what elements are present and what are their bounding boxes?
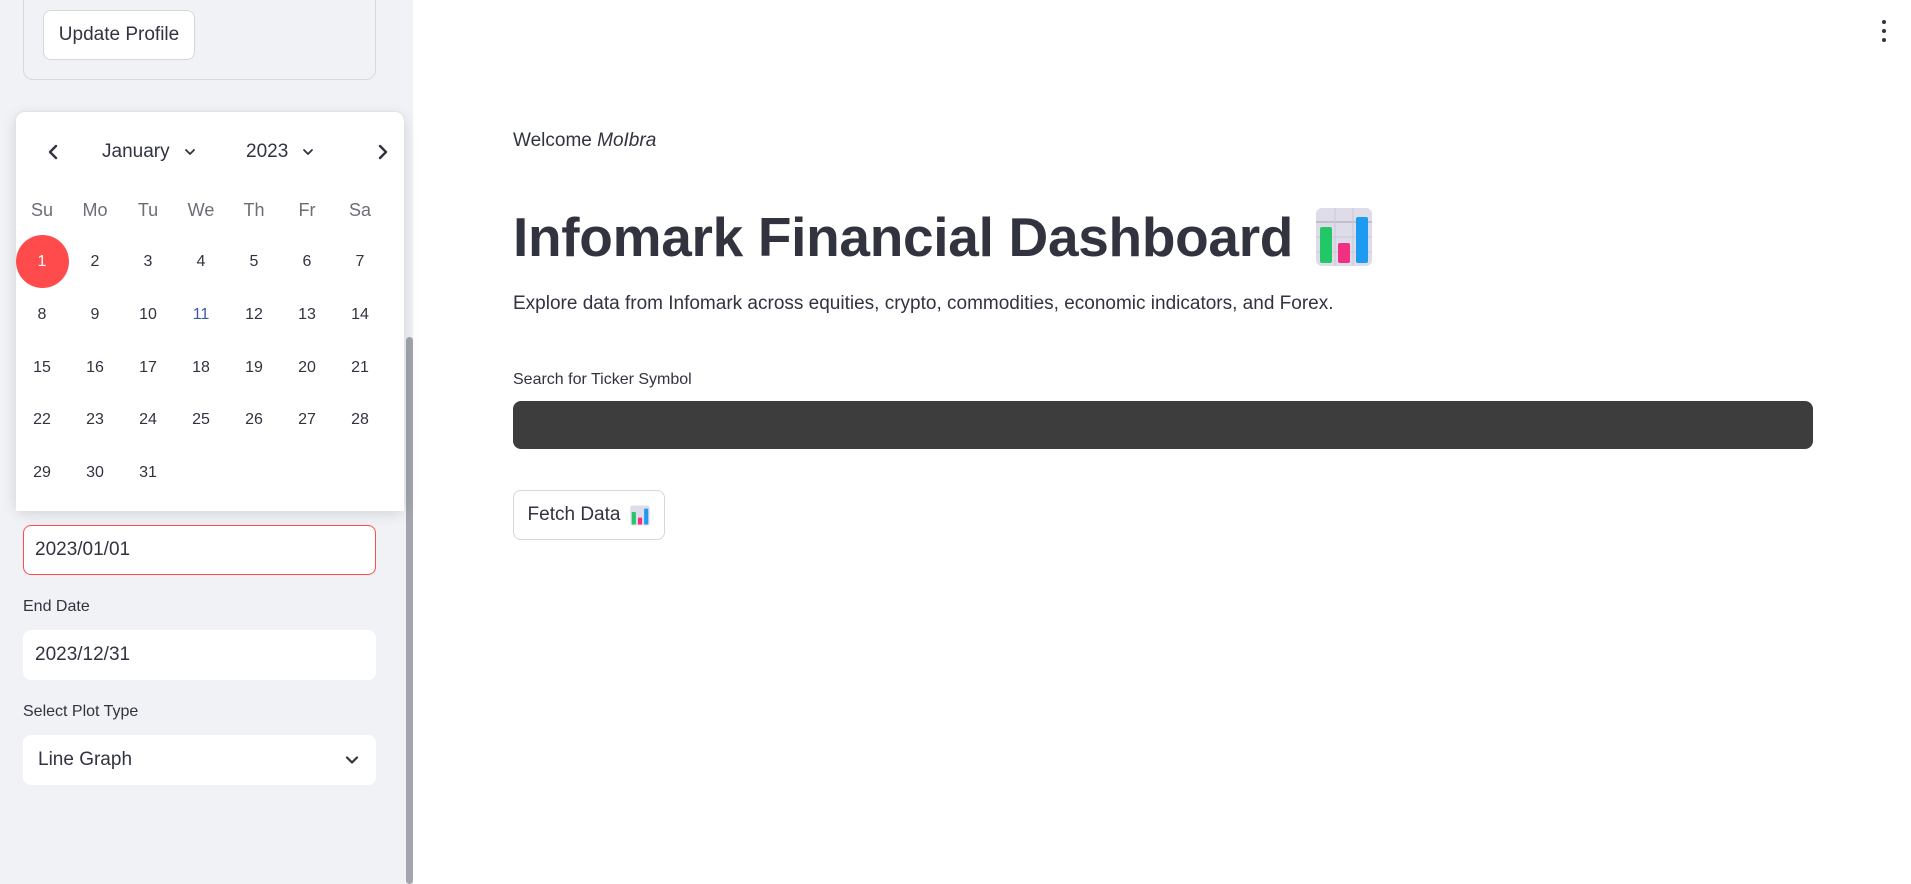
- calendar-day[interactable]: 13: [281, 288, 334, 341]
- calendar-weekday-row: Su Mo Tu We Th Fr Sa: [16, 192, 404, 228]
- calendar-header: January 2023: [16, 112, 404, 187]
- calendar-day[interactable]: 24: [122, 393, 175, 446]
- end-date-label: End Date: [23, 598, 90, 615]
- main-menu-button[interactable]: [1877, 20, 1891, 42]
- welcome-text: Welcome MoIbra: [513, 130, 656, 152]
- calendar-day[interactable]: 1: [15, 235, 69, 288]
- calendar-day[interactable]: 20: [281, 341, 334, 394]
- chevron-down-icon: [345, 756, 359, 764]
- plot-type-value: Line Graph: [38, 749, 133, 770]
- calendar-days-container: 1 2 3 4 5 6 7 8 9 10 11 12 13 14 15 16 17 18 19 20 21 22 23 24 2…: [15, 228, 404, 511]
- plot-type-label: Select Plot Type: [23, 703, 139, 720]
- calendar-day[interactable]: 28: [334, 393, 387, 446]
- page-title-text: Infomark Financial Dashboard: [513, 206, 1294, 268]
- kebab-dot: [1882, 20, 1886, 24]
- calendar-day[interactable]: 2: [69, 235, 122, 288]
- year-select[interactable]: 2023: [246, 136, 314, 168]
- month-select[interactable]: January: [102, 136, 196, 168]
- calendar-day[interactable]: 19: [228, 341, 281, 394]
- calendar-day[interactable]: 25: [175, 393, 228, 446]
- calendar-day[interactable]: 27: [281, 393, 334, 446]
- year-value: 2023: [246, 141, 289, 162]
- page-subtitle: Explore data from Infomark across equiti…: [513, 293, 1334, 314]
- calendar-day[interactable]: 12: [228, 288, 281, 341]
- calendar-day[interactable]: 22: [16, 393, 69, 446]
- chevron-down-icon: [303, 149, 314, 155]
- welcome-prefix: Welcome: [513, 130, 598, 151]
- calendar-days-grid: 1 2 3 4 5 6 7 8 9 10 11 12 13 14 15 16 17 18 19 20 21 22 23 24 2…: [15, 228, 404, 511]
- calendar-day[interactable]: 17: [122, 341, 175, 394]
- welcome-username: MoIbra: [597, 130, 657, 151]
- bar-chart-icon: [1316, 208, 1373, 266]
- plot-type-select[interactable]: Line Graph: [23, 735, 376, 785]
- calendar-day[interactable]: 29: [16, 446, 69, 499]
- ticker-search-label: Search for Ticker Symbol: [513, 371, 692, 388]
- calendar-day[interactable]: 3: [122, 235, 175, 288]
- bar-chart-icon: [630, 505, 651, 525]
- calendar-day[interactable]: 21: [334, 341, 387, 394]
- calendar-day[interactable]: 14: [334, 288, 387, 341]
- chevron-down-icon: [184, 149, 195, 155]
- calendar-day[interactable]: 23: [69, 393, 122, 446]
- calendar-day[interactable]: 31: [122, 446, 175, 499]
- sidebar-scrollbar[interactable]: [406, 337, 413, 884]
- calendar-day[interactable]: 8: [16, 288, 69, 341]
- calendar-day[interactable]: 11: [175, 288, 228, 341]
- month-value: January: [102, 141, 170, 162]
- fetch-data-label: Fetch Data: [527, 504, 621, 525]
- calendar-day[interactable]: 6: [281, 235, 334, 288]
- calendar-day[interactable]: 18: [175, 341, 228, 394]
- start-date-input[interactable]: 2023/01/01: [23, 525, 376, 575]
- calendar-day[interactable]: 16: [69, 341, 122, 394]
- next-month-button[interactable]: [369, 138, 397, 166]
- kebab-dot: [1882, 38, 1886, 42]
- previous-month-button[interactable]: [39, 138, 67, 166]
- calendar-day[interactable]: 7: [334, 235, 387, 288]
- page-title: Infomark Financial Dashboard: [513, 205, 1373, 269]
- calendar-day[interactable]: 15: [16, 341, 69, 394]
- fetch-data-button[interactable]: Fetch Data: [513, 490, 665, 540]
- kebab-dot: [1882, 29, 1886, 33]
- calendar-day[interactable]: 30: [69, 446, 122, 499]
- calendar-day[interactable]: 9: [69, 288, 122, 341]
- chevron-left-icon: [48, 144, 58, 160]
- calendar-day[interactable]: 5: [228, 235, 281, 288]
- date-picker-calendar: January 2023 Su Mo Tu We Th Fr Sa 1 2 3 4 5 6 7 8 9 10 1…: [15, 111, 405, 511]
- update-profile-button[interactable]: Update Profile: [43, 10, 195, 60]
- chevron-right-icon: [378, 144, 388, 160]
- calendar-day[interactable]: 4: [175, 235, 228, 288]
- calendar-day[interactable]: 26: [228, 393, 281, 446]
- end-date-input[interactable]: 2023/12/31: [23, 630, 376, 680]
- calendar-day[interactable]: 10: [122, 288, 175, 341]
- ticker-search-input[interactable]: [513, 401, 1813, 449]
